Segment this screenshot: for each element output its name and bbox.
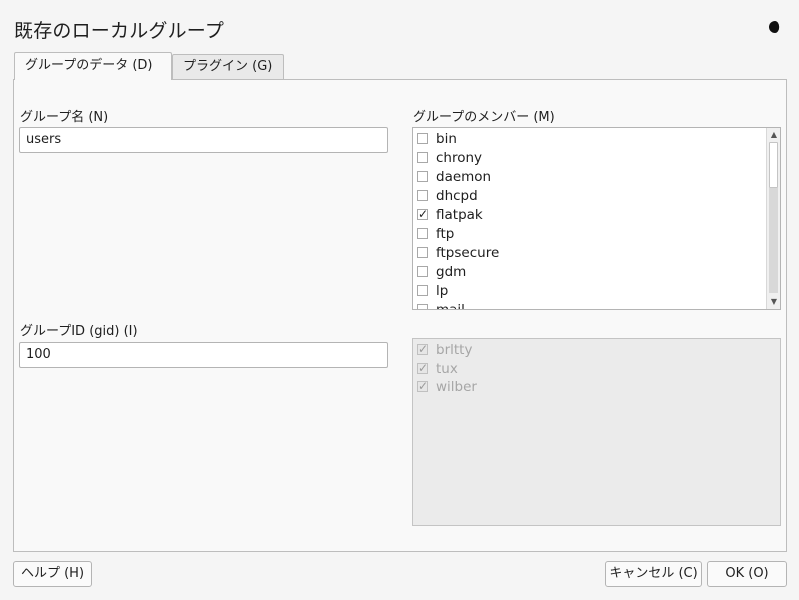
ok-button[interactable]: OK (O) xyxy=(707,561,787,587)
group-id-input[interactable]: 100 xyxy=(19,342,388,368)
member-name: bin xyxy=(436,130,457,147)
checkbox[interactable] xyxy=(417,285,428,296)
tab-plugins[interactable]: プラグイン (G) xyxy=(172,54,284,79)
member-name: flatpak xyxy=(436,206,483,223)
member-item-ftpsecure[interactable]: ftpsecure xyxy=(417,243,499,262)
tab-plugins-label: プラグイン (G) xyxy=(183,59,273,74)
checkbox-checked: ✓ xyxy=(417,342,429,356)
help-button[interactable]: ヘルプ (H) xyxy=(13,561,92,587)
checkbox[interactable] xyxy=(417,152,428,163)
checkbox[interactable] xyxy=(417,266,428,277)
checkbox-checked: ✓ xyxy=(417,379,429,393)
member-name: daemon xyxy=(436,168,492,185)
group-name-label: グループ名 (N) xyxy=(20,110,109,125)
member-item-daemon[interactable]: daemon xyxy=(417,167,491,186)
scrollbar-thumb[interactable] xyxy=(769,142,778,188)
member-item-mail[interactable]: mail xyxy=(417,300,465,310)
member-name: ftpsecure xyxy=(436,244,500,261)
secondary-members-list: ✓ brltty ✓ tux ✓ wilber xyxy=(412,338,781,526)
scrollbar-track[interactable] xyxy=(769,188,778,293)
member-name: mail xyxy=(436,301,465,310)
checkbox-checked: ✓ xyxy=(417,361,429,375)
members-label: グループのメンバー (M) xyxy=(413,110,555,125)
checkbox[interactable] xyxy=(417,247,428,258)
member-name: ftp xyxy=(436,225,455,242)
members-list[interactable]: bin chrony daemon dhcpd ✓ flatpak ftp ft… xyxy=(412,127,781,310)
tab-group-data[interactable]: グループのデータ (D) xyxy=(14,52,172,80)
member-item-dhcpd[interactable]: dhcpd xyxy=(417,186,478,205)
member-name: brltty xyxy=(436,341,473,358)
secondary-member-item: ✓ brltty xyxy=(417,340,472,359)
members-scrollbar[interactable]: ▲ ▼ xyxy=(766,128,780,309)
member-name: chrony xyxy=(436,149,483,166)
scroll-up-arrow-icon[interactable]: ▲ xyxy=(768,129,780,141)
member-item-bin[interactable]: bin xyxy=(417,129,457,148)
member-name: gdm xyxy=(436,263,467,280)
checkbox[interactable] xyxy=(417,133,428,144)
tab-group-data-label: グループのデータ (D) xyxy=(25,58,153,73)
member-name: dhcpd xyxy=(436,187,478,204)
member-name: lp xyxy=(436,282,449,299)
window-title: 既存のローカルグループ xyxy=(14,20,225,42)
member-item-gdm[interactable]: gdm xyxy=(417,262,466,281)
secondary-member-item: ✓ wilber xyxy=(417,377,477,396)
checkbox[interactable] xyxy=(417,304,428,309)
checkbox[interactable] xyxy=(417,190,428,201)
member-item-chrony[interactable]: chrony xyxy=(417,148,482,167)
member-item-lp[interactable]: lp xyxy=(417,281,448,300)
scroll-down-arrow-icon[interactable]: ▼ xyxy=(768,296,780,308)
moon-icon[interactable] xyxy=(769,20,783,34)
group-name-input[interactable]: users xyxy=(19,127,388,153)
group-id-label: グループID (gid) (I) xyxy=(20,324,138,339)
member-name: tux xyxy=(436,360,458,377)
cancel-button[interactable]: キャンセル (C) xyxy=(605,561,702,587)
member-item-ftp[interactable]: ftp xyxy=(417,224,454,243)
secondary-member-item: ✓ tux xyxy=(417,359,458,378)
member-item-flatpak[interactable]: ✓ flatpak xyxy=(417,205,483,224)
checkbox-checked[interactable]: ✓ xyxy=(417,208,428,220)
checkbox[interactable] xyxy=(417,171,428,182)
checkbox[interactable] xyxy=(417,228,428,239)
member-name: wilber xyxy=(436,378,477,395)
